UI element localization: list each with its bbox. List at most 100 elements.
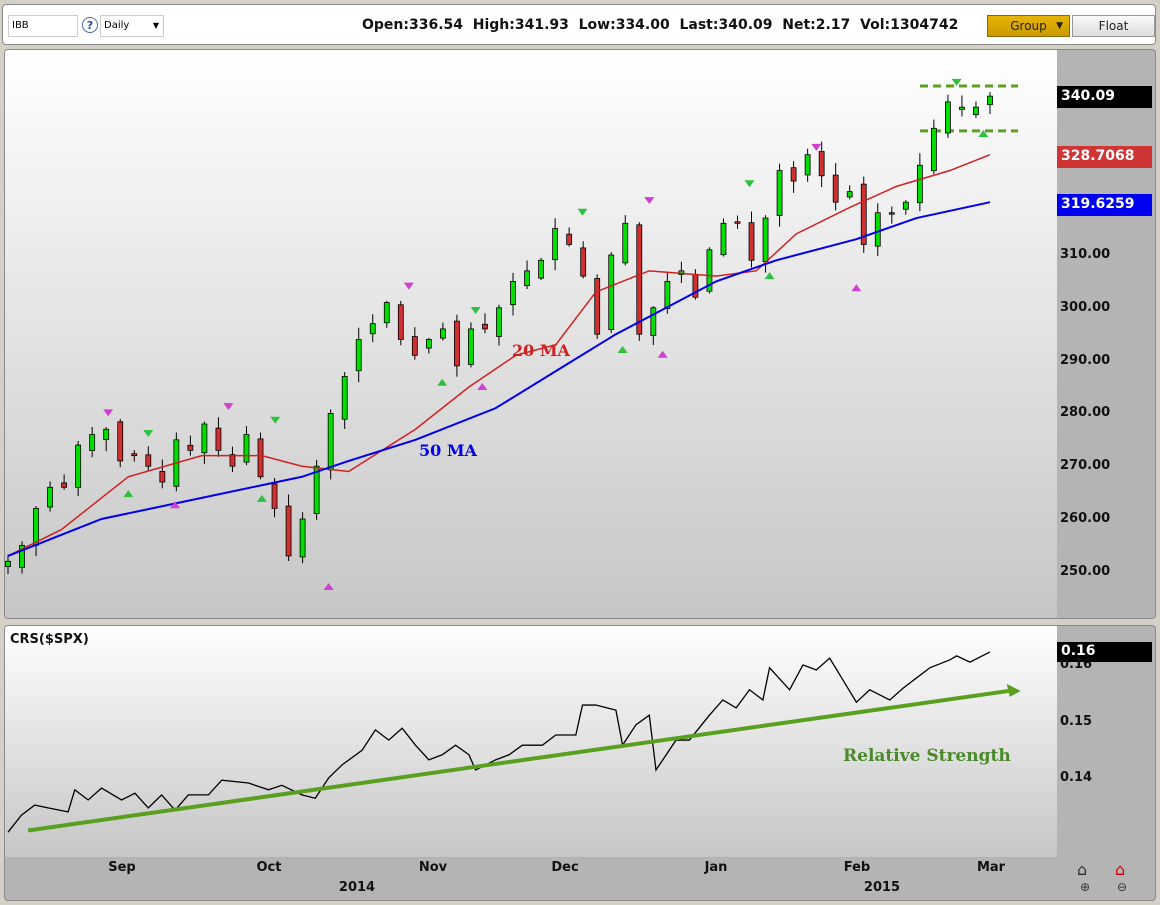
candle-body bbox=[846, 191, 853, 198]
month-label: Nov bbox=[418, 860, 448, 875]
rs-tick: 0.16 bbox=[1060, 657, 1093, 672]
rs-title: CRS($SPX) bbox=[10, 632, 89, 647]
price-tick: 310.00 bbox=[1060, 247, 1111, 262]
candle-body bbox=[468, 328, 474, 365]
candle-body bbox=[510, 280, 516, 306]
peak-marker bbox=[470, 306, 481, 314]
candle-body bbox=[832, 174, 839, 203]
month-label: Mar bbox=[976, 860, 1006, 875]
candle-body bbox=[117, 421, 124, 462]
ma50-badge: 319.6259 bbox=[1057, 194, 1152, 216]
month-label: Dec bbox=[551, 860, 579, 875]
price-tick: 290.00 bbox=[1060, 352, 1111, 368]
trough-marker bbox=[123, 490, 134, 498]
candle-body bbox=[327, 412, 334, 471]
candle-body bbox=[902, 201, 909, 210]
candle-body bbox=[187, 444, 194, 451]
peak-marker bbox=[103, 409, 114, 417]
candle-body bbox=[945, 101, 951, 134]
candle-body bbox=[201, 423, 208, 454]
candle-body bbox=[552, 228, 559, 261]
peak-marker bbox=[143, 429, 154, 437]
peak-marker bbox=[223, 403, 234, 411]
candle-body bbox=[145, 454, 152, 467]
ma20-annotation: 20 MA bbox=[512, 341, 570, 360]
candle-body bbox=[383, 302, 390, 324]
rs-annotation: Relative Strength bbox=[843, 746, 1011, 766]
ma50-annotation: 50 MA bbox=[419, 441, 477, 460]
month-label: Sep bbox=[108, 860, 136, 875]
candle-body bbox=[580, 247, 587, 277]
ma20-line bbox=[7, 153, 991, 557]
rs-tick: 0.15 bbox=[1060, 714, 1093, 729]
trough-marker bbox=[617, 345, 628, 353]
year-label: 2015 bbox=[863, 880, 901, 895]
candle-body bbox=[341, 376, 348, 420]
candle-body bbox=[411, 336, 418, 356]
peak-marker bbox=[577, 208, 588, 216]
trough-marker bbox=[323, 583, 334, 591]
rs-tick: 0.14 bbox=[1060, 770, 1093, 785]
candle-body bbox=[524, 270, 530, 287]
candle-body bbox=[397, 304, 404, 340]
reset-home-icon[interactable]: ⌂ bbox=[1115, 860, 1125, 879]
candle-body bbox=[103, 428, 110, 441]
candle-body bbox=[61, 482, 68, 488]
candle-body bbox=[888, 212, 895, 215]
candle-body bbox=[355, 339, 362, 372]
candle-body bbox=[75, 444, 82, 488]
candle-body bbox=[439, 328, 446, 339]
candle-body bbox=[285, 505, 292, 557]
price-tick: 270.00 bbox=[1060, 458, 1111, 474]
candle-body bbox=[818, 151, 825, 177]
candle-body bbox=[496, 307, 502, 337]
trough-marker bbox=[851, 284, 862, 292]
candle-body bbox=[748, 222, 755, 261]
candle-body bbox=[369, 323, 376, 335]
candle-body bbox=[804, 154, 811, 176]
ma50-line bbox=[7, 201, 991, 557]
trough-marker bbox=[657, 350, 668, 358]
candle-body bbox=[215, 427, 222, 451]
candle-body bbox=[538, 259, 544, 279]
candle-body bbox=[425, 339, 432, 349]
peak-marker bbox=[403, 282, 414, 290]
month-label: Feb bbox=[843, 860, 871, 875]
candle-body bbox=[930, 127, 937, 172]
candle-body bbox=[664, 280, 671, 309]
candle-body bbox=[299, 518, 306, 558]
rs-trend-arrowhead bbox=[1006, 683, 1021, 697]
candle-body bbox=[243, 434, 250, 463]
month-label: Oct bbox=[256, 860, 282, 875]
candle-body bbox=[720, 222, 727, 256]
last-price-badge: 340.09 bbox=[1057, 86, 1152, 108]
candle-body bbox=[454, 320, 460, 367]
price-tick: 300.00 bbox=[1060, 299, 1111, 315]
candle-body bbox=[636, 224, 643, 335]
home-icon[interactable]: ⌂ bbox=[1077, 860, 1087, 879]
candle-body bbox=[987, 95, 993, 106]
candle-body bbox=[33, 508, 39, 546]
candle-body bbox=[594, 278, 601, 335]
rs-line bbox=[7, 651, 991, 833]
candle-body bbox=[622, 222, 629, 264]
price-tick: 260.00 bbox=[1060, 511, 1111, 526]
candle-body bbox=[159, 471, 166, 483]
chart-canvas bbox=[5, 78, 1021, 833]
candle-body bbox=[973, 106, 979, 115]
trough-marker bbox=[477, 382, 488, 390]
peak-marker bbox=[270, 416, 281, 424]
price-tick: 280.00 bbox=[1060, 405, 1111, 421]
candle-body bbox=[776, 170, 783, 216]
candle-body bbox=[482, 323, 488, 330]
candle-body bbox=[650, 307, 657, 336]
candle-body bbox=[959, 106, 965, 110]
ma20-badge: 328.7068 bbox=[1057, 146, 1152, 168]
zoom-in-icon[interactable]: ⊕ bbox=[1080, 880, 1090, 894]
candle-body bbox=[874, 212, 881, 247]
zoom-out-icon[interactable]: ⊖ bbox=[1117, 880, 1127, 894]
candle-body bbox=[257, 438, 264, 478]
candle-body bbox=[131, 453, 138, 457]
price-tick: 250.00 bbox=[1060, 563, 1111, 579]
candle-body bbox=[566, 233, 573, 245]
